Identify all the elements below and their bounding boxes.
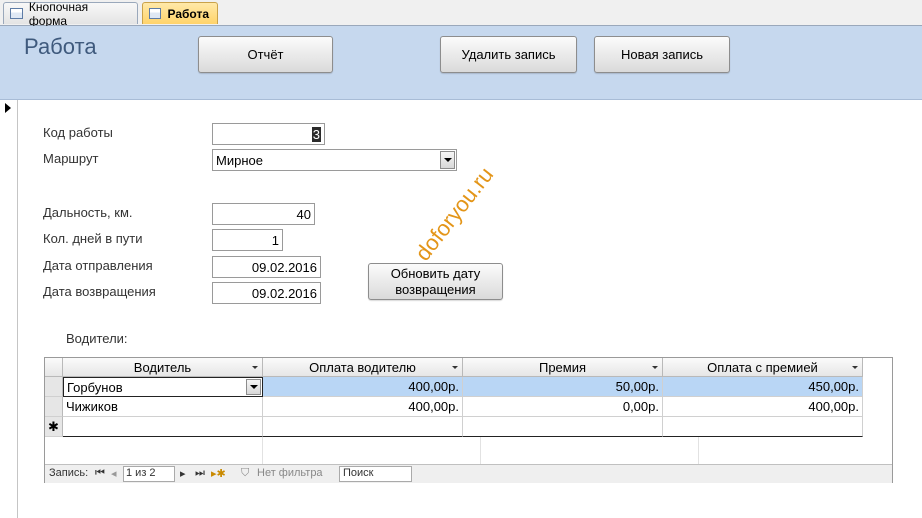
select-all-corner[interactable] <box>45 358 63 377</box>
last-record-icon[interactable]: ⏭ <box>195 467 205 480</box>
table-row-driver-cell[interactable]: Чижиков <box>63 397 263 417</box>
table-row-pay-cell[interactable]: 400,00р. <box>263 397 463 417</box>
new-row-cell[interactable] <box>663 417 863 437</box>
new-row-cell[interactable] <box>463 417 663 437</box>
return-date-field[interactable]: 09.02.2016 <box>212 282 321 304</box>
tab-work[interactable]: Работа <box>142 2 218 24</box>
search-input[interactable]: Поиск <box>339 466 412 482</box>
column-header-bonus[interactable]: Премия <box>463 358 663 377</box>
table-row-bonus-cell[interactable]: 0,00р. <box>463 397 663 417</box>
tab-label: Кнопочная форма <box>28 0 89 28</box>
column-header-label: Премия <box>538 359 587 375</box>
next-record-icon[interactable]: ▸ <box>180 467 186 480</box>
row-selector[interactable] <box>45 377 63 397</box>
days-field[interactable]: 1 <box>212 229 283 251</box>
distance-field[interactable]: 40 <box>212 203 315 225</box>
table-row-driver-cell[interactable]: Горбунов <box>63 377 263 397</box>
row-selector[interactable] <box>45 397 63 417</box>
sort-arrow-icon <box>252 366 258 369</box>
departure-date-label: Дата отправления <box>43 258 153 273</box>
form-icon <box>10 8 23 19</box>
driver-dropdown-button[interactable] <box>246 379 261 395</box>
days-label: Кол. дней в пути <box>43 231 143 246</box>
button-label-line2: возвращения <box>395 281 476 297</box>
previous-record-icon[interactable]: ◂ <box>111 467 117 480</box>
route-label: Маршрут <box>43 151 99 166</box>
column-header-total[interactable]: Оплата с премией <box>663 358 863 377</box>
chevron-down-icon <box>443 158 452 162</box>
table-row-bonus-cell[interactable]: 50,00р. <box>463 377 663 397</box>
new-record-button[interactable]: Новая запись <box>594 36 730 73</box>
button-label-line1: Обновить дату <box>390 265 481 281</box>
form-icon <box>149 8 162 19</box>
table-row-total-cell[interactable]: 450,00р. <box>663 377 863 397</box>
route-dropdown-button[interactable] <box>440 151 455 169</box>
new-row-cell[interactable] <box>263 417 463 437</box>
page-title: Работа <box>24 34 97 59</box>
chevron-down-icon <box>249 385 258 389</box>
empty-grid-area <box>45 437 863 464</box>
column-header-label: Оплата водителю <box>309 359 416 375</box>
job-code-label: Код работы <box>43 125 113 140</box>
job-code-value: 3 <box>311 126 321 142</box>
column-header-label: Оплата с премией <box>707 359 818 375</box>
first-record-icon[interactable]: ⏮ <box>95 467 105 480</box>
sort-arrow-icon <box>652 366 658 369</box>
tab-label: Работа <box>167 6 209 21</box>
new-row-cell[interactable] <box>63 417 263 437</box>
tab-switchboard[interactable]: Кнопочная форма <box>3 0 138 28</box>
table-row-total-cell[interactable]: 400,00р. <box>663 397 863 417</box>
update-return-date-button[interactable]: Обновить дату возвращения <box>368 263 503 300</box>
filter-icon[interactable]: ⛉ <box>241 467 249 480</box>
report-button[interactable]: Отчёт <box>198 36 333 73</box>
record-label: Запись: <box>49 467 89 479</box>
drivers-label: Водители: <box>66 331 128 346</box>
delete-record-button[interactable]: Удалить запись <box>440 36 577 73</box>
sort-arrow-icon <box>852 366 858 369</box>
distance-label: Дальность, км. <box>43 205 133 220</box>
sort-arrow-icon <box>452 366 458 369</box>
no-filter-label[interactable]: Нет фильтра <box>257 467 323 479</box>
cell-value: Горбунов <box>67 379 123 395</box>
table-row-pay-cell[interactable]: 400,00р. <box>263 377 463 397</box>
job-code-field[interactable]: 3 <box>212 123 325 145</box>
current-record-arrow-icon <box>5 103 11 113</box>
departure-date-field[interactable]: 09.02.2016 <box>212 256 321 278</box>
return-date-label: Дата возвращения <box>43 284 156 299</box>
new-row-marker-icon[interactable]: ✱ <box>45 417 63 437</box>
new-record-nav-icon[interactable]: ▸✱ <box>211 467 226 480</box>
column-header-driver[interactable]: Водитель <box>63 358 263 377</box>
column-header-label: Водитель <box>133 359 192 375</box>
column-header-pay[interactable]: Оплата водителю <box>263 358 463 377</box>
record-navigation-bar: Запись: ⏮ ◂ 1 из 2 ▸ ⏭ ▸✱ ⛉ Нет фильтра … <box>45 464 892 483</box>
tab-strip <box>0 0 922 26</box>
route-combobox[interactable]: Мирное <box>212 149 457 171</box>
route-value: Мирное <box>216 152 263 168</box>
record-selector[interactable] <box>0 100 18 518</box>
watermark: doforyou.ru <box>410 162 499 266</box>
record-position-field[interactable]: 1 из 2 <box>123 466 175 482</box>
